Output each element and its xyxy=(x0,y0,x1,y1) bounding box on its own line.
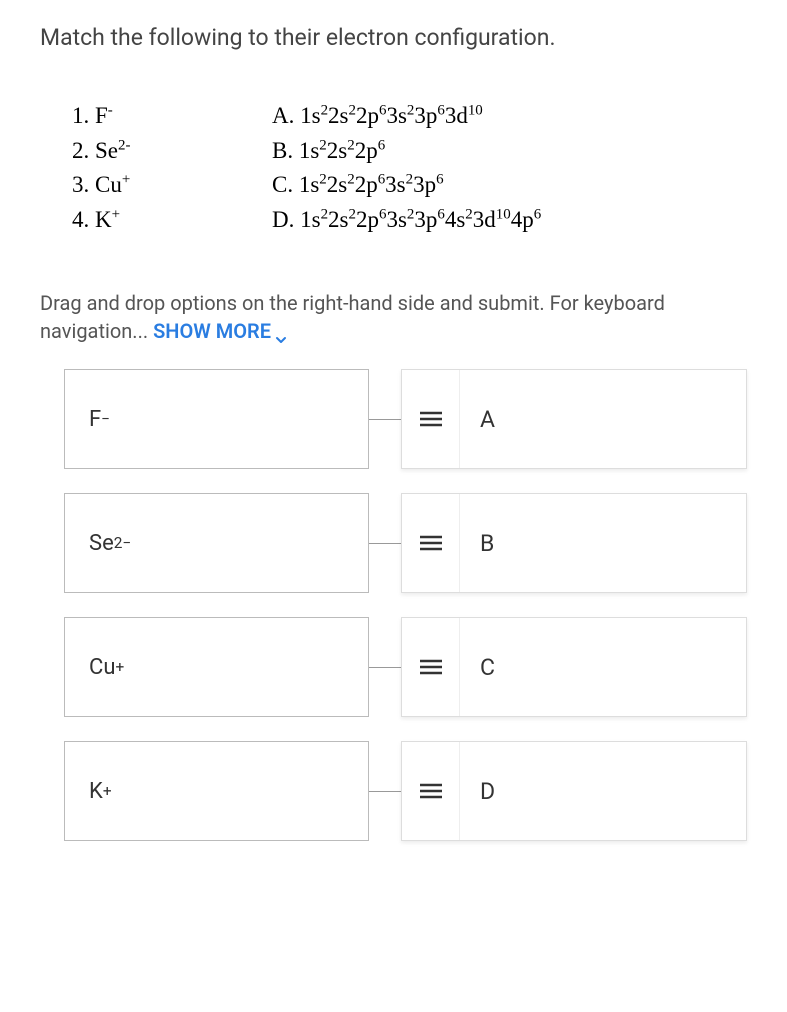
option-label: C xyxy=(460,654,515,681)
reference-left-column: 1. F- 2. Se2- 3. Cu+ 4. K+ xyxy=(72,99,212,237)
ref-config: D. 1s22s22p63s23p64s23d104p6 xyxy=(272,203,541,238)
show-more-link[interactable]: SHOW MORE xyxy=(153,317,287,345)
match-area: F− A Se2− B Cu+ C K+ xyxy=(40,369,747,841)
drop-target[interactable]: Se2− xyxy=(64,493,369,593)
option-label: D xyxy=(460,778,515,805)
ref-config: B. 1s22s22p6 xyxy=(272,134,541,169)
ref-config: C. 1s22s22p63s23p6 xyxy=(272,168,541,203)
match-row: F− A xyxy=(64,369,747,469)
question-title: Match the following to their electron co… xyxy=(40,24,747,51)
connector-line xyxy=(369,419,401,420)
drag-handle-icon[interactable] xyxy=(402,618,460,716)
ref-item: 1. F- xyxy=(72,99,212,134)
drag-handle-icon[interactable] xyxy=(402,494,460,592)
ref-config: A. 1s22s22p63s23p63d10 xyxy=(272,99,541,134)
drag-handle-icon[interactable] xyxy=(402,370,460,468)
reference-right-column: A. 1s22s22p63s23p63d10 B. 1s22s22p6 C. 1… xyxy=(272,99,541,237)
match-row: K+ D xyxy=(64,741,747,841)
chevron-down-icon xyxy=(275,325,287,337)
ref-item: 2. Se2- xyxy=(72,134,212,169)
connector-line xyxy=(369,667,401,668)
drag-option[interactable]: D xyxy=(401,741,747,841)
drag-handle-icon[interactable] xyxy=(402,742,460,840)
drag-option[interactable]: A xyxy=(401,369,747,469)
drop-target[interactable]: Cu+ xyxy=(64,617,369,717)
drag-option[interactable]: B xyxy=(401,493,747,593)
instructions-text: Drag and drop options on the right-hand … xyxy=(40,289,747,345)
connector-line xyxy=(369,791,401,792)
drop-target[interactable]: K+ xyxy=(64,741,369,841)
match-row: Cu+ C xyxy=(64,617,747,717)
ref-item: 3. Cu+ xyxy=(72,168,212,203)
option-label: A xyxy=(460,406,515,433)
match-row: Se2− B xyxy=(64,493,747,593)
connector-line xyxy=(369,543,401,544)
drag-option[interactable]: C xyxy=(401,617,747,717)
reference-block: 1. F- 2. Se2- 3. Cu+ 4. K+ A. 1s22s22p63… xyxy=(40,99,747,237)
ref-item: 4. K+ xyxy=(72,203,212,238)
option-label: B xyxy=(460,530,514,557)
drop-target[interactable]: F− xyxy=(64,369,369,469)
